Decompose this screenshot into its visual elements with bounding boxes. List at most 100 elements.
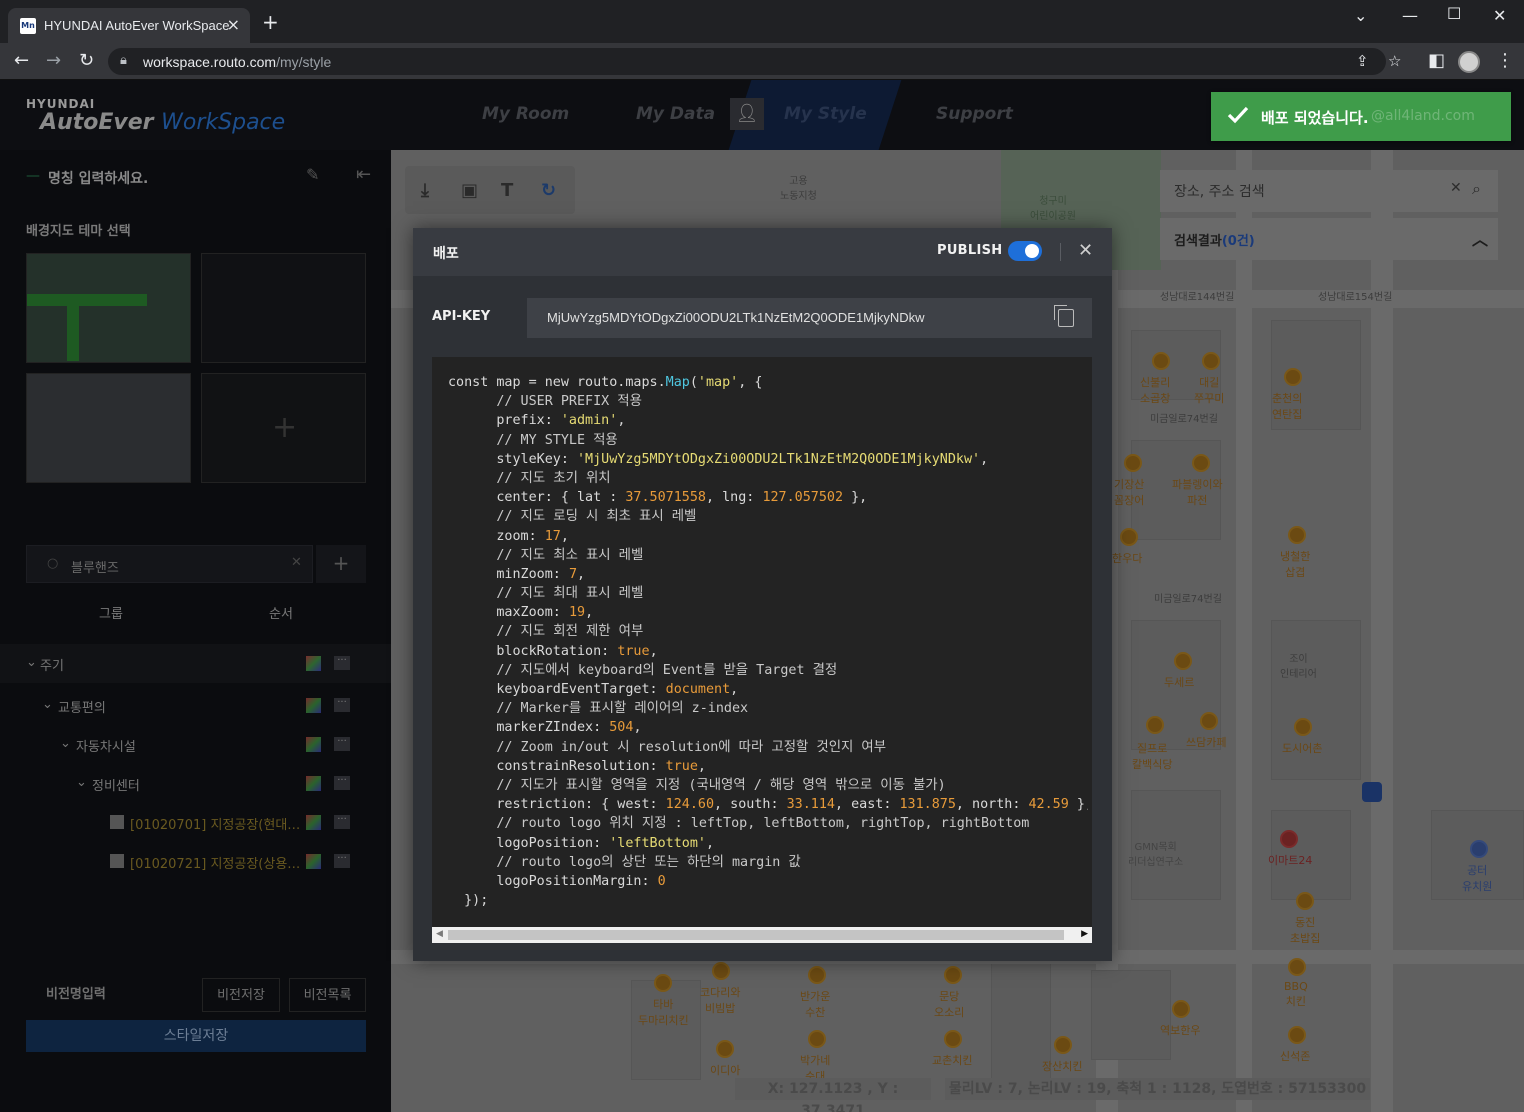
bus-stop-icon[interactable]	[1362, 782, 1382, 802]
nav-my-style[interactable]: My Style	[784, 104, 867, 124]
version-name-input[interactable]: 비전명입력	[26, 978, 196, 1012]
star-icon[interactable]: ☆	[1388, 52, 1401, 70]
poi-icon[interactable]	[1280, 830, 1298, 848]
scroll-right-icon[interactable]: ▶	[1081, 929, 1088, 939]
theme-thumb-dark[interactable]	[201, 253, 366, 363]
poi-icon[interactable]	[1172, 1000, 1190, 1018]
poi-icon[interactable]	[1288, 958, 1306, 976]
tab-group[interactable]: 그룹	[26, 600, 196, 630]
poi-icon[interactable]	[1120, 528, 1138, 546]
poi-icon[interactable]	[944, 966, 962, 984]
nav-my-room[interactable]: My Room	[482, 104, 569, 124]
palette-icon[interactable]	[306, 776, 321, 791]
url-input[interactable]: 🔒︎ workspace.routo.com/my/style ⇪ ☆	[108, 48, 1401, 75]
poi-icon[interactable]	[1294, 718, 1312, 736]
tree-row[interactable]: ⌄ 주기 ···	[0, 644, 391, 683]
collapse-dash-icon[interactable]: —	[26, 168, 40, 184]
scroll-left-icon[interactable]: ◀	[436, 929, 443, 939]
new-tab-icon[interactable]: +	[262, 12, 279, 32]
tab-title: HYUNDAI AutoEver WorkSpace	[44, 18, 230, 33]
theme-add-button[interactable]: +	[201, 373, 366, 483]
sidepanel-icon[interactable]: ◧	[1428, 51, 1445, 71]
poi-icon[interactable]	[944, 1030, 962, 1048]
poi-icon[interactable]	[654, 974, 672, 992]
poi-icon[interactable]	[1124, 454, 1142, 472]
close-icon[interactable]: ✕	[1078, 241, 1093, 261]
maximize-icon[interactable]: ☐	[1447, 4, 1461, 23]
profile-avatar[interactable]	[1458, 51, 1480, 73]
chevron-up-icon[interactable]: ︿	[1472, 226, 1488, 250]
poi-icon[interactable]	[1146, 716, 1164, 734]
palette-icon[interactable]	[306, 698, 321, 713]
scroll-thumb[interactable]	[448, 930, 1064, 940]
layer-search-input[interactable]: ○ 블루핸즈 ✕	[26, 545, 313, 583]
theme-thumb-gray[interactable]	[26, 373, 191, 483]
browser-tab[interactable]: Mn HYUNDAI AutoEver WorkSpace ×	[8, 8, 250, 43]
more-icon[interactable]: ···	[334, 737, 350, 751]
version-list-button[interactable]: 비전목록	[289, 978, 366, 1012]
poi-icon[interactable]	[1200, 712, 1218, 730]
poi-icon[interactable]	[716, 1040, 734, 1058]
version-save-button[interactable]: 비전저장	[202, 978, 280, 1012]
poi-icon[interactable]	[1202, 352, 1220, 370]
nav-support[interactable]: Support	[936, 104, 1013, 124]
palette-icon[interactable]	[306, 815, 321, 830]
more-icon[interactable]: ···	[334, 815, 350, 829]
tab-order[interactable]: 순서	[196, 600, 366, 630]
style-save-button[interactable]: 스타일저장	[26, 1020, 366, 1052]
tree-row[interactable]: ⌄ 정비센터 ···	[0, 764, 391, 803]
menu-icon[interactable]: ⋮	[1496, 51, 1514, 71]
poi-icon[interactable]	[1174, 652, 1192, 670]
tree-row[interactable]: [01020721] 지정공장(상용… ···	[0, 842, 391, 881]
clear-icon[interactable]: ✕	[291, 555, 302, 570]
palette-icon[interactable]	[306, 854, 321, 869]
poi-icon[interactable]	[1288, 526, 1306, 544]
palette-icon[interactable]	[306, 656, 321, 671]
copy-icon[interactable]	[1054, 305, 1074, 327]
forward-icon[interactable]: →	[46, 51, 61, 71]
minimize-icon[interactable]: —	[1402, 6, 1418, 25]
publish-toggle[interactable]	[1008, 241, 1042, 261]
code-block[interactable]: const map = new routo.maps.Map('map', { …	[432, 357, 1092, 931]
tab-search-icon[interactable]: ⌄	[1354, 6, 1367, 25]
poi-icon[interactable]	[808, 1030, 826, 1048]
api-key-field[interactable]: MjUwYzg5MDYtODgxZi00ODU2LTk1NzEtM2Q0ODE1…	[527, 298, 1092, 338]
share-icon[interactable]: ⇪	[1356, 52, 1369, 70]
text-icon[interactable]: T	[501, 180, 513, 201]
horizontal-scrollbar[interactable]: ◀ ▶	[432, 927, 1092, 943]
search-icon[interactable]: ⌕	[1472, 179, 1481, 199]
more-icon[interactable]: ···	[334, 854, 350, 868]
download-icon[interactable]: ⤓	[421, 180, 429, 201]
more-icon[interactable]: ···	[334, 698, 350, 712]
poi-icon[interactable]	[1054, 1036, 1072, 1054]
search-result-bar[interactable]: 검색결과(0건) ︿	[1160, 218, 1498, 260]
theme-thumb-default[interactable]	[26, 253, 191, 363]
clear-icon[interactable]: ✕	[1450, 180, 1462, 196]
poi-icon[interactable]	[1470, 840, 1488, 858]
poi-icon[interactable]	[808, 966, 826, 984]
tab-close-icon[interactable]: ×	[227, 15, 240, 34]
tree-row[interactable]: ⌄ 교통편의 ···	[0, 686, 391, 725]
back-icon[interactable]: ←	[14, 51, 29, 71]
palette-icon[interactable]	[306, 737, 321, 752]
poi-icon[interactable]	[712, 962, 730, 980]
edit-icon[interactable]: ✎	[306, 165, 319, 184]
rotate-icon[interactable]: ↻	[541, 180, 556, 201]
poi-icon[interactable]	[1192, 454, 1210, 472]
more-icon[interactable]: ···	[334, 776, 350, 790]
add-layer-button[interactable]: +	[316, 545, 366, 583]
layers-icon[interactable]: ▣	[461, 180, 478, 201]
tree-row[interactable]: ⌄ 자동차시설 ···	[0, 725, 391, 764]
poi-icon[interactable]	[1296, 892, 1314, 910]
poi-icon[interactable]	[1288, 1026, 1306, 1044]
nav-my-data[interactable]: My Data	[636, 104, 715, 124]
panel-collapse-icon[interactable]: ⇤	[356, 164, 371, 185]
place-search-input[interactable]: 장소, 주소 검색 ✕ ⌕	[1160, 170, 1498, 212]
tree-row[interactable]: [01020701] 지정공장(현대… ···	[0, 803, 391, 842]
poi-icon[interactable]	[1284, 368, 1302, 386]
more-icon[interactable]: ···	[334, 656, 350, 670]
poi-icon[interactable]	[1152, 352, 1170, 370]
close-window-icon[interactable]: ✕	[1493, 6, 1506, 25]
style-name-input[interactable]: 명칭 입력하세요.	[48, 168, 148, 188]
reload-icon[interactable]: ↻	[79, 51, 94, 71]
